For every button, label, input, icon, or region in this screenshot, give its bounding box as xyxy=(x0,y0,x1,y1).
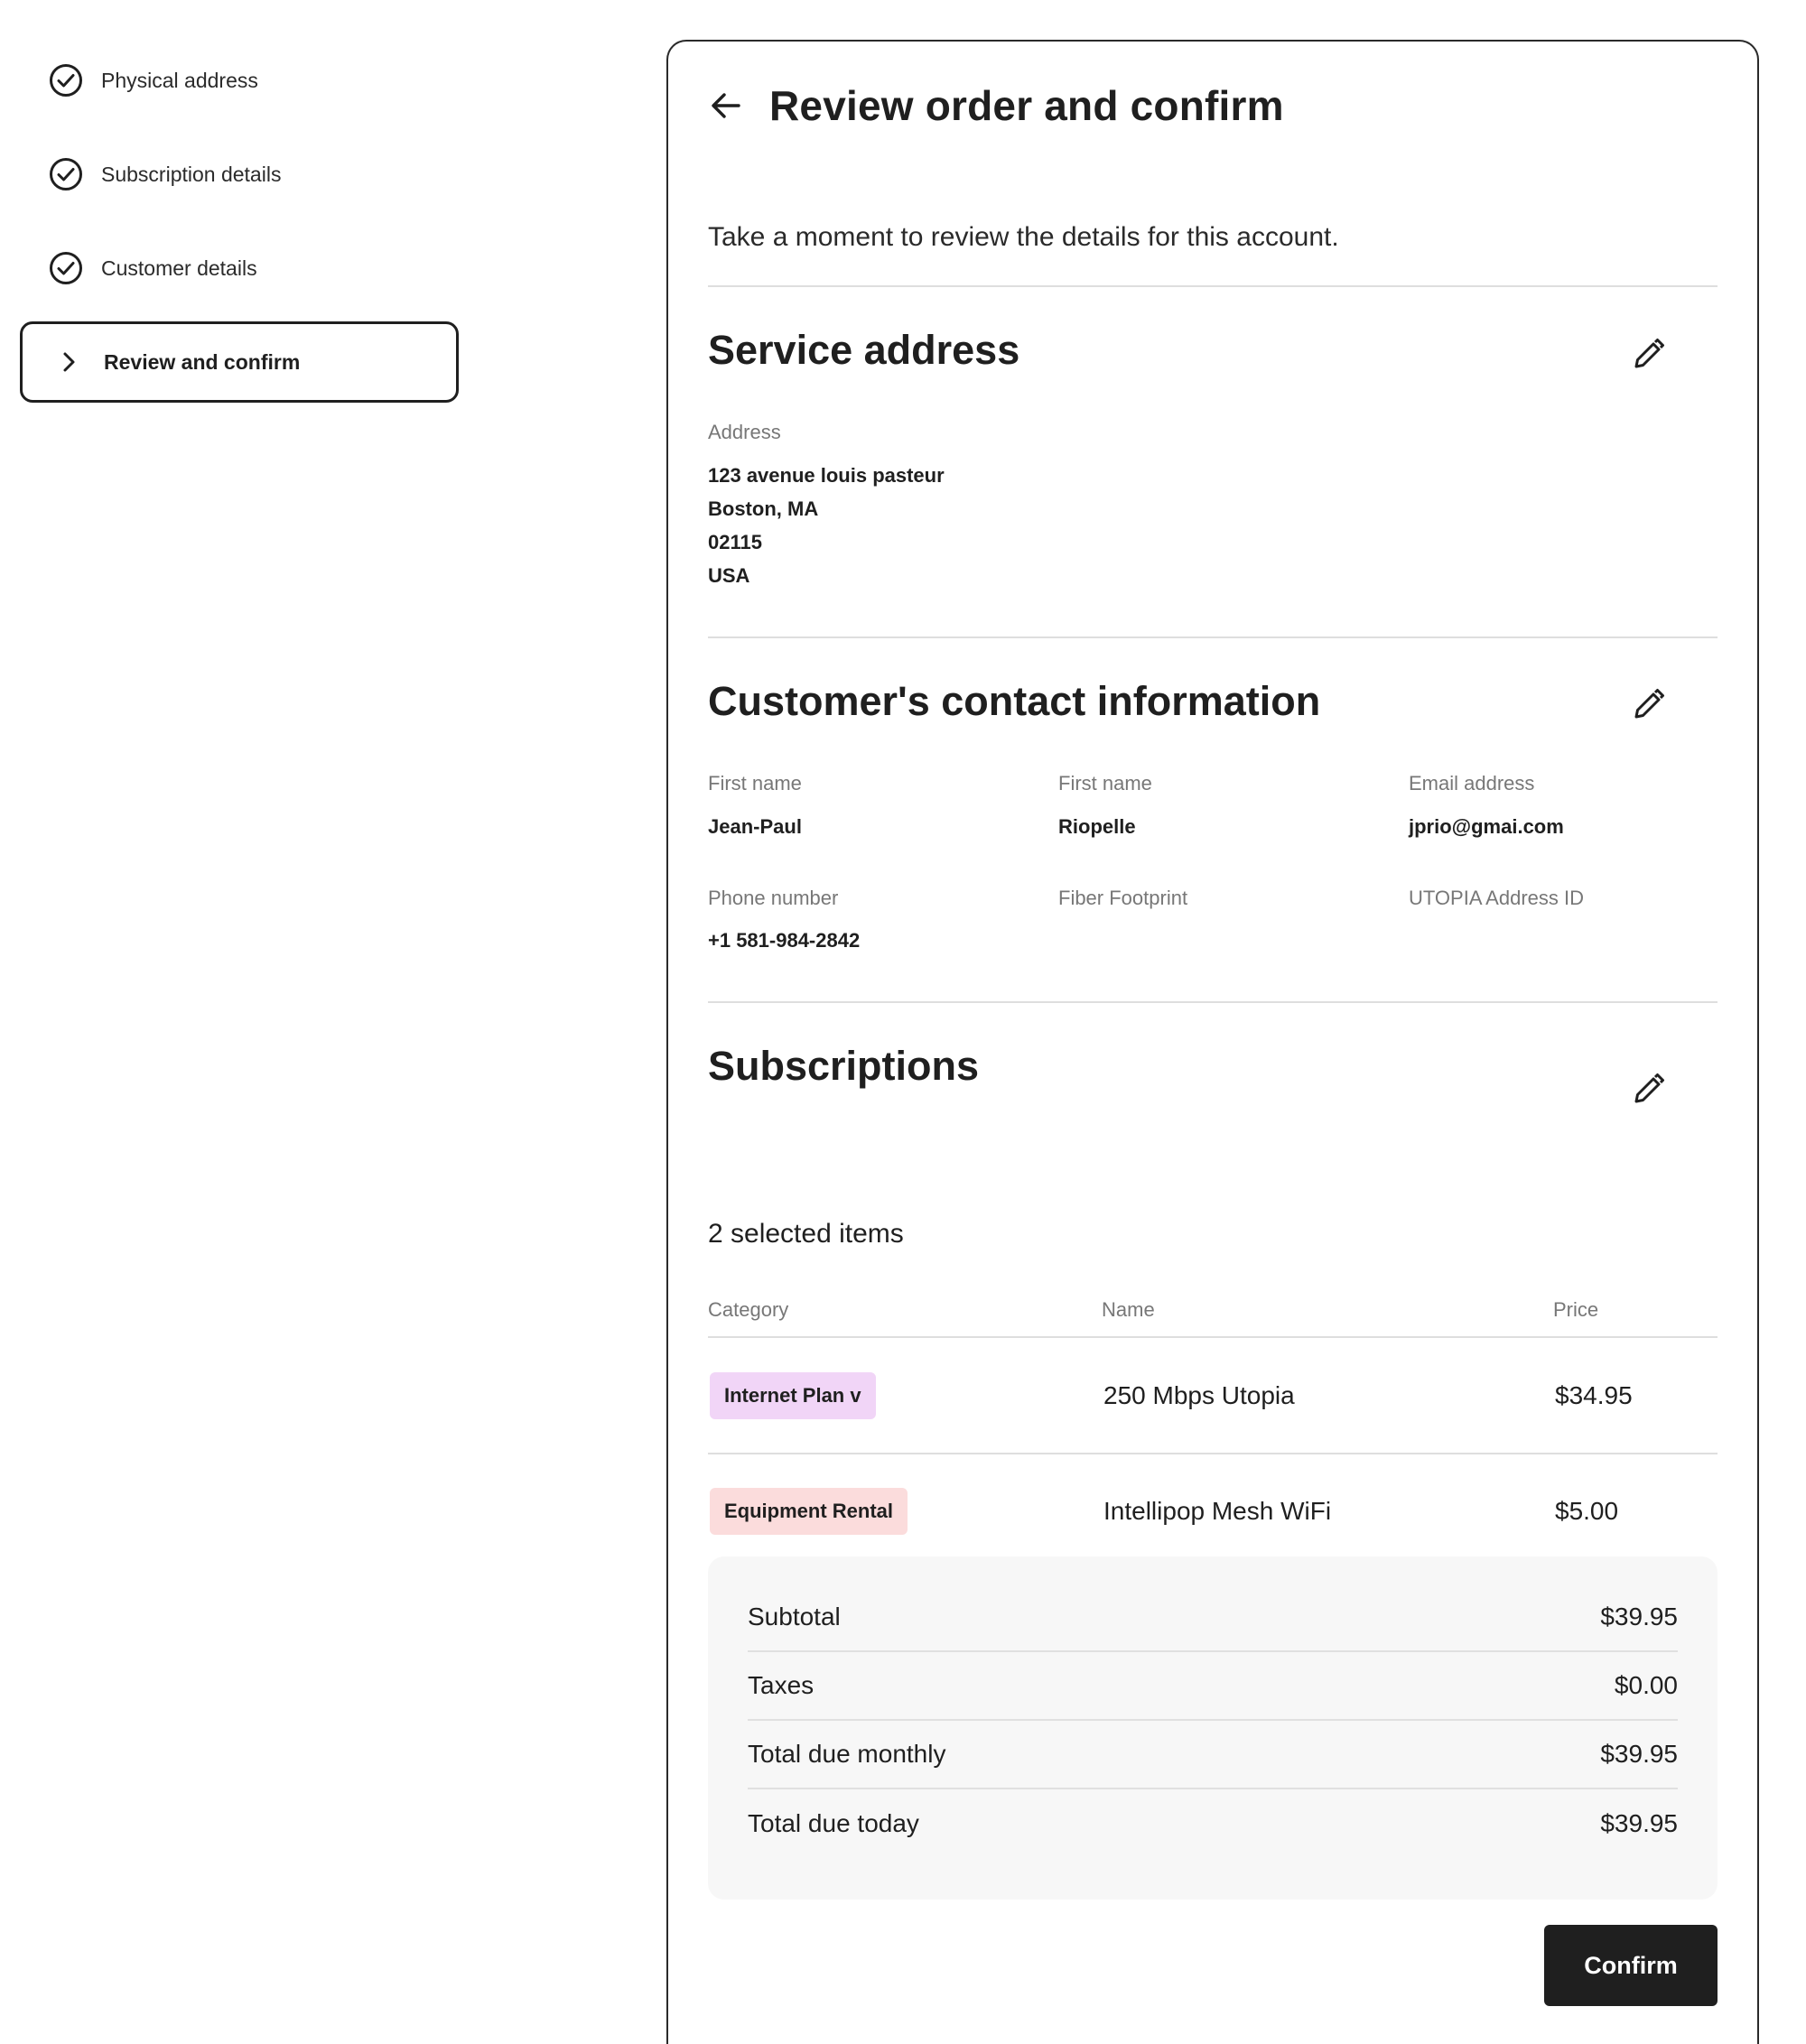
summary-label: Total due monthly xyxy=(748,1740,946,1768)
summary-label: Taxes xyxy=(748,1671,815,1699)
phone-value: +1 581-984-2842 xyxy=(708,929,861,952)
pencil-icon[interactable] xyxy=(1631,686,1667,722)
step-subscription-details[interactable]: Subscription details xyxy=(20,141,459,208)
item-price: $5.00 xyxy=(1555,1497,1619,1525)
address-line: 123 avenue louis pasteur xyxy=(708,464,945,487)
step-label: Customer details xyxy=(101,256,257,280)
summary-value: $39.95 xyxy=(1600,1809,1678,1837)
contact-info-title: Customer's contact information xyxy=(708,678,1321,724)
table-divider xyxy=(708,1336,1718,1338)
last-name-label: First name xyxy=(1058,772,1152,794)
item-name: Intellipop Mesh WiFi xyxy=(1103,1497,1332,1525)
first-name-label: First name xyxy=(708,772,802,794)
category-tag: Internet Plan v xyxy=(710,1372,876,1419)
step-label: Subscription details xyxy=(101,162,282,186)
check-circle-icon xyxy=(50,252,82,284)
page-title: Review order and confirm xyxy=(769,82,1284,129)
table-divider xyxy=(708,1453,1718,1454)
step-label: Physical address xyxy=(101,68,258,92)
category-tag: Equipment Rental xyxy=(710,1488,908,1535)
email-label: Email address xyxy=(1409,772,1535,794)
arrow-left-icon[interactable] xyxy=(708,88,744,124)
check-circle-icon xyxy=(50,158,82,190)
summary-row-subtotal: Subtotal $39.95 xyxy=(748,1584,1678,1652)
summary-value: $39.95 xyxy=(1600,1740,1678,1768)
summary-row-total-monthly: Total due monthly $39.95 xyxy=(748,1721,1678,1789)
subscriptions-title: Subscriptions xyxy=(708,1043,980,1089)
intro-text: Take a moment to review the details for … xyxy=(708,222,1339,252)
address-line: USA xyxy=(708,564,750,587)
selected-items-count: 2 selected items xyxy=(708,1219,904,1249)
summary-row-taxes: Taxes $0.00 xyxy=(748,1652,1678,1721)
address-label: Address xyxy=(708,421,781,443)
summary-row-total-today: Total due today $39.95 xyxy=(748,1789,1678,1858)
phone-label: Phone number xyxy=(708,887,839,909)
address-line: Boston, MA xyxy=(708,497,819,520)
step-label: Review and confirm xyxy=(104,349,301,374)
summary-label: Subtotal xyxy=(748,1603,841,1631)
divider xyxy=(708,636,1718,638)
utopia-address-id-label: UTOPIA Address ID xyxy=(1409,887,1585,909)
summary-value: $39.95 xyxy=(1600,1603,1678,1631)
fiber-footprint-label: Fiber Footprint xyxy=(1058,887,1188,909)
summary-value: $0.00 xyxy=(1614,1671,1678,1699)
first-name-value: Jean-Paul xyxy=(708,815,802,838)
step-physical-address[interactable]: Physical address xyxy=(20,47,459,114)
stepper: Physical address Subscription details Cu… xyxy=(20,47,459,430)
order-summary: Subtotal $39.95 Taxes $0.00 Total due mo… xyxy=(708,1556,1718,1900)
column-header-price: Price xyxy=(1553,1298,1599,1321)
divider xyxy=(708,1001,1718,1003)
pencil-icon[interactable] xyxy=(1631,336,1667,372)
address-line: 02115 xyxy=(708,531,762,553)
summary-label: Total due today xyxy=(748,1809,919,1837)
divider xyxy=(708,285,1718,287)
check-circle-icon xyxy=(50,64,82,97)
step-review-and-confirm[interactable]: Review and confirm xyxy=(20,321,459,403)
confirm-button[interactable]: Confirm xyxy=(1544,1925,1718,2006)
column-header-name: Name xyxy=(1102,1298,1155,1321)
service-address-title: Service address xyxy=(708,327,1020,373)
email-value: jprio@gmai.com xyxy=(1409,815,1564,838)
pencil-icon[interactable] xyxy=(1631,1071,1667,1107)
item-price: $34.95 xyxy=(1555,1381,1633,1409)
card-header: Review order and confirm xyxy=(708,81,1284,130)
item-name: 250 Mbps Utopia xyxy=(1103,1381,1295,1409)
last-name-value: Riopelle xyxy=(1058,815,1136,838)
chevron-right-icon xyxy=(63,352,75,372)
review-card: Review order and confirm Take a moment t… xyxy=(666,40,1759,2044)
column-header-category: Category xyxy=(708,1298,789,1321)
step-customer-details[interactable]: Customer details xyxy=(20,235,459,302)
